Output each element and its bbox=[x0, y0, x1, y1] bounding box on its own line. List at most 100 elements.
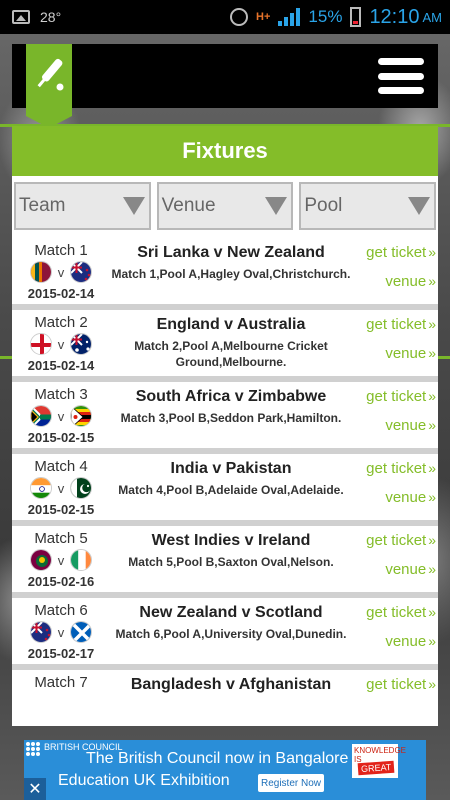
app-bar bbox=[12, 44, 438, 128]
venue-filter-dropdown[interactable]: Venue bbox=[156, 182, 294, 230]
fixture-row[interactable]: Match 5 v 2015-02-16 West Indies v Irela… bbox=[12, 526, 438, 598]
venue-label: venue bbox=[385, 345, 427, 362]
fixture-row[interactable]: Match 1 v 2015-02-14 Sri Lanka v New Zea… bbox=[12, 238, 438, 310]
south-africa-flag-icon bbox=[29, 405, 52, 427]
match-description: Match 4,Pool B,Adelaide Oval,Adelaide. bbox=[118, 483, 344, 497]
vs-label: v bbox=[57, 336, 65, 352]
get-ticket-link[interactable]: get ticket» bbox=[366, 388, 436, 405]
match-description: Match 1,Pool A,Hagley Oval,Christchurch. bbox=[111, 267, 351, 281]
vs-label: v bbox=[57, 408, 65, 424]
dropdown-arrow-icon bbox=[265, 197, 288, 215]
get-ticket-link[interactable]: get ticket» bbox=[366, 532, 436, 549]
match-title: South Africa v Zimbabwe bbox=[135, 388, 327, 405]
ad-headline: The British Council now in Bangalore bbox=[86, 750, 348, 768]
battery-percent: 15% bbox=[308, 7, 343, 26]
match-date: 2015-02-16 bbox=[27, 574, 95, 589]
chevron-right-icon: » bbox=[428, 633, 436, 649]
page-title: Fixtures bbox=[12, 126, 438, 176]
fixtures-list: Match 1 v 2015-02-14 Sri Lanka v New Zea… bbox=[12, 238, 438, 726]
chevron-right-icon: » bbox=[428, 532, 436, 548]
new-zealand-flag-icon bbox=[29, 621, 52, 643]
venue-label: venue bbox=[385, 633, 427, 650]
get-ticket-label: get ticket bbox=[366, 532, 427, 549]
venue-link[interactable]: venue» bbox=[385, 345, 436, 362]
vs-label: v bbox=[57, 552, 65, 568]
british-council-dots-icon bbox=[26, 742, 42, 756]
filter-bar: Team Venue Pool bbox=[12, 176, 438, 234]
venue-label: venue bbox=[385, 489, 427, 506]
pool-filter-dropdown[interactable]: Pool bbox=[299, 182, 437, 230]
get-ticket-link[interactable]: get ticket» bbox=[366, 316, 436, 333]
clock-time: 12:10 bbox=[369, 5, 420, 28]
ad-subheadline: Education UK Exhibition bbox=[58, 772, 230, 789]
venue-label: venue bbox=[385, 273, 427, 290]
team-filter-label: Team bbox=[19, 195, 66, 216]
venue-link[interactable]: venue» bbox=[385, 273, 436, 290]
fixture-row[interactable]: Match 2 v 2015-02-14 England v Australia… bbox=[12, 310, 438, 382]
register-now-button[interactable]: Register Now bbox=[258, 774, 324, 792]
great-badge: GREAT bbox=[357, 760, 395, 776]
match-number: Match 1 bbox=[34, 242, 88, 259]
match-number: Match 3 bbox=[34, 386, 88, 403]
chevron-right-icon: » bbox=[428, 316, 436, 332]
venue-filter-label: Venue bbox=[161, 195, 216, 216]
fixtures-panel: Fixtures Team Venue Pool Match 1 v 2015-… bbox=[12, 126, 438, 726]
temperature: 28° bbox=[40, 9, 62, 25]
match-title: England v Australia bbox=[156, 316, 306, 333]
get-ticket-link[interactable]: get ticket» bbox=[366, 604, 436, 621]
get-ticket-link[interactable]: get ticket» bbox=[366, 676, 436, 693]
match-description: Match 3,Pool B,Seddon Park,Hamilton. bbox=[120, 411, 342, 425]
app-logo[interactable] bbox=[26, 44, 72, 128]
match-number: Match 6 bbox=[34, 602, 88, 619]
match-description: Match 2,Pool A,Melbourne Cricket Ground,… bbox=[134, 339, 328, 369]
team-filter-dropdown[interactable]: Team bbox=[14, 182, 151, 230]
get-ticket-label: get ticket bbox=[366, 316, 427, 333]
fixture-row[interactable]: Match 4 v 2015-02-15 India v Pakistan Ma… bbox=[12, 454, 438, 526]
chevron-right-icon: » bbox=[428, 244, 436, 260]
australia-flag-icon bbox=[70, 333, 93, 355]
chevron-right-icon: » bbox=[428, 489, 436, 505]
match-title: West Indies v Ireland bbox=[151, 532, 311, 549]
clock-ampm: AM bbox=[422, 9, 443, 25]
sri-lanka-flag-icon bbox=[29, 261, 52, 283]
match-date: 2015-02-17 bbox=[27, 646, 95, 661]
match-title: Bangladesh v Afghanistan bbox=[130, 676, 332, 693]
chevron-right-icon: » bbox=[428, 345, 436, 361]
fixture-row[interactable]: Match 6 v 2015-02-17 New Zealand v Scotl… bbox=[12, 598, 438, 670]
get-ticket-label: get ticket bbox=[366, 604, 427, 621]
chevron-right-icon: » bbox=[428, 273, 436, 289]
close-ad-icon[interactable]: ✕ bbox=[24, 778, 46, 800]
ad-banner[interactable]: BRITISH COUNCIL The British Council now … bbox=[24, 740, 426, 800]
fixture-row[interactable]: Match 3 v 2015-02-15 South Africa v Zimb… bbox=[12, 382, 438, 454]
get-ticket-link[interactable]: get ticket» bbox=[366, 460, 436, 477]
pakistan-flag-icon bbox=[70, 477, 93, 499]
england-flag-icon bbox=[29, 333, 52, 355]
fixture-row[interactable]: Match 7 Bangladesh v Afghanistan get tic… bbox=[12, 670, 438, 726]
match-description: Match 5,Pool B,Saxton Oval,Nelson. bbox=[128, 555, 334, 569]
venue-link[interactable]: venue» bbox=[385, 633, 436, 650]
scotland-flag-icon bbox=[70, 621, 93, 643]
hamburger-menu-icon[interactable] bbox=[378, 58, 424, 94]
dropdown-arrow-icon bbox=[122, 197, 145, 215]
venue-link[interactable]: venue» bbox=[385, 417, 436, 434]
chevron-right-icon: » bbox=[428, 388, 436, 404]
match-number: Match 4 bbox=[34, 458, 88, 475]
new-zealand-flag-icon bbox=[70, 261, 93, 283]
venue-link[interactable]: venue» bbox=[385, 489, 436, 506]
get-ticket-label: get ticket bbox=[366, 676, 427, 693]
chevron-right-icon: » bbox=[428, 561, 436, 577]
get-ticket-label: get ticket bbox=[366, 244, 427, 261]
network-type: H+ bbox=[256, 11, 271, 23]
get-ticket-label: get ticket bbox=[366, 460, 427, 477]
dropdown-arrow-icon bbox=[408, 197, 431, 215]
get-ticket-link[interactable]: get ticket» bbox=[366, 244, 436, 261]
match-number: Match 7 bbox=[34, 674, 88, 691]
match-number: Match 2 bbox=[34, 314, 88, 331]
match-date: 2015-02-14 bbox=[27, 358, 95, 373]
match-title: India v Pakistan bbox=[170, 460, 292, 477]
alarm-icon bbox=[230, 8, 249, 26]
venue-link[interactable]: venue» bbox=[385, 561, 436, 578]
match-date: 2015-02-15 bbox=[27, 502, 95, 517]
ad-headline-part1: The British Council bbox=[86, 750, 221, 767]
get-ticket-label: get ticket bbox=[366, 388, 427, 405]
